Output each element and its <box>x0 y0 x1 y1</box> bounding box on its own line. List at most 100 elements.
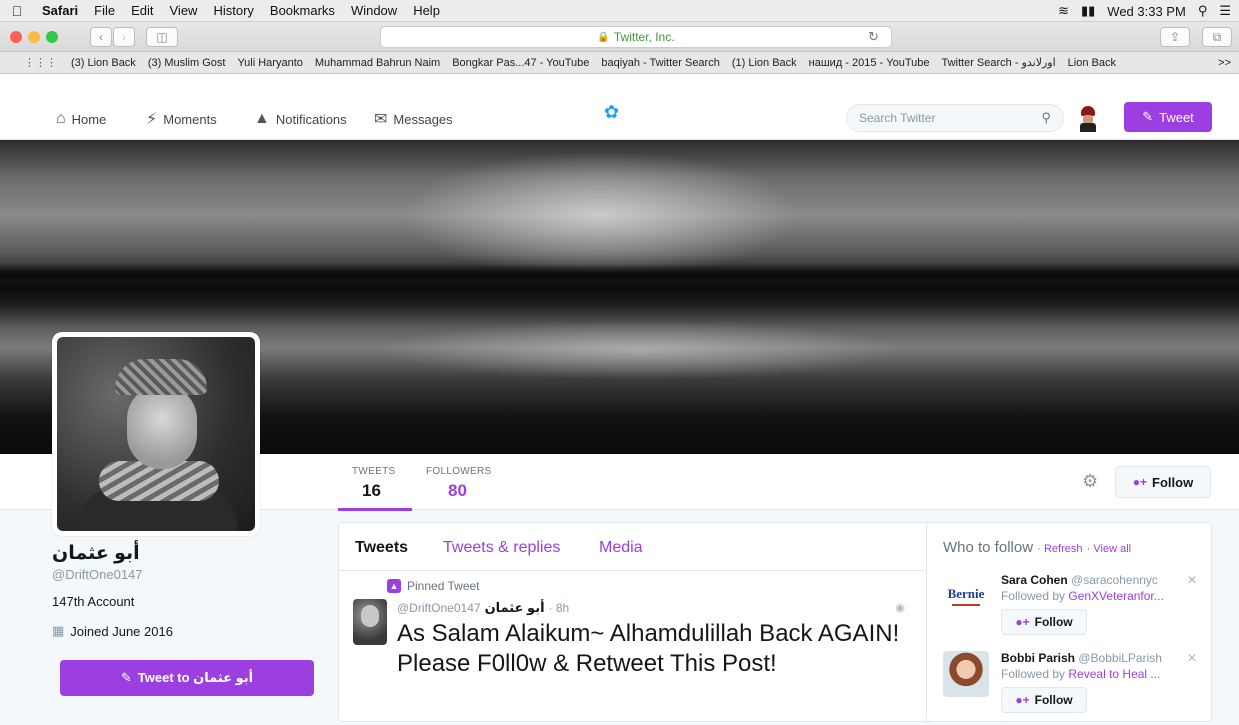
profile-name[interactable]: أبو عثمان <box>52 542 322 565</box>
nav-home[interactable]: ⌂ Home <box>56 108 106 130</box>
suggestion-follow-button[interactable]: ●+ Follow <box>1001 609 1087 635</box>
tweet-author-handle[interactable]: @DriftOne0147 <box>397 601 481 615</box>
quill-icon: ✎ <box>120 670 132 685</box>
menu-file[interactable]: File <box>86 3 123 18</box>
bookmark-item[interactable]: (3) Lion Back <box>65 57 142 69</box>
suggestion-name-line[interactable]: Bobbi Parish @BobbiLParish <box>1001 651 1162 665</box>
profile-handle[interactable]: @DriftOne0147 <box>52 567 322 582</box>
menubar-clock[interactable]: Wed 3:33 PM <box>1107 4 1186 19</box>
wifi-icon[interactable]: ≋ <box>1058 3 1069 19</box>
reload-icon[interactable]: ↻ <box>868 29 879 45</box>
who-to-follow-module: Who to follow · Refresh · View all Berni… <box>926 522 1212 722</box>
compose-tweet-button[interactable]: ✎ Tweet <box>1124 102 1212 132</box>
bookmark-item[interactable]: Yuli Haryanto <box>231 57 308 69</box>
profile-timeline: Tweets Tweets & replies Media ▲ Pinned T… <box>338 522 940 722</box>
view-all-link[interactable]: View all <box>1093 543 1131 555</box>
suggestion-follow-label: Follow <box>1034 693 1073 707</box>
bookmark-item[interactable]: Twitter Search - اورلاندو <box>935 56 1061 69</box>
search-icon[interactable]: ⚲ <box>1041 110 1051 126</box>
refresh-link[interactable]: Refresh <box>1044 543 1083 555</box>
bookmarks-bar: ⋮⋮⋮ (3) Lion Back (3) Muslim Gost Yuli H… <box>0 52 1239 74</box>
pin-icon: ▲ <box>387 579 401 593</box>
bookmark-item[interactable]: Bongkar Pas...47 - YouTube <box>446 57 595 69</box>
bookmark-item[interactable]: (3) Muslim Gost <box>142 57 232 69</box>
menu-view[interactable]: View <box>162 3 206 18</box>
tabs-overview-button[interactable]: ⧉ <box>1202 27 1232 47</box>
follow-button-label: Follow <box>1152 474 1194 490</box>
suggestion-follow-button[interactable]: ●+ Follow <box>1001 687 1087 713</box>
battery-icon[interactable]: ▮▮ <box>1081 3 1095 19</box>
bookmark-item[interactable]: нашид - 2015 - YouTube <box>803 57 936 69</box>
suggestion-item: Bernie Sara Cohen @saracohennyc Followed… <box>943 573 1205 647</box>
profile-joined-date: ▦ Joined June 2016 <box>52 623 322 639</box>
suggestion-item: Bobbi Parish @BobbiLParish Followed by R… <box>943 651 1205 725</box>
menu-edit[interactable]: Edit <box>123 3 161 18</box>
dismiss-suggestion-icon[interactable]: ✕ <box>1187 651 1197 665</box>
menu-help[interactable]: Help <box>405 3 448 18</box>
lightning-icon: ⚡︎ <box>146 111 158 128</box>
menu-app-safari[interactable]: Safari <box>34 3 86 18</box>
nav-notifications[interactable]: ▲ Notifications <box>254 108 347 130</box>
tweet-options-icon[interactable]: ◉ <box>895 601 905 614</box>
person-add-icon: ●+ <box>1015 693 1030 707</box>
search-input[interactable]: Search Twitter ⚲ <box>846 104 1064 132</box>
profile-avatar[interactable] <box>52 332 260 536</box>
nav-home-label: Home <box>71 111 107 127</box>
safari-toolbar: ‹ › ◫ 🔒 Twitter, Inc. ↻ ⇪ ⧉ <box>0 22 1239 52</box>
nav-messages-label: Messages <box>393 111 453 127</box>
stat-tweets[interactable]: TWEETS 16 <box>338 466 412 511</box>
bookmark-item[interactable]: (1) Lion Back <box>726 57 803 69</box>
nav-messages[interactable]: ✉ Messages <box>374 108 453 130</box>
followed-by-link[interactable]: GenXVeteranfor... <box>1068 589 1163 603</box>
tweet-text: As Salam Alaikum~ Alhamdulillah Back AGA… <box>397 620 900 677</box>
bookmark-item[interactable]: Muhammad Bahrun Naim <box>309 57 446 69</box>
nav-notifications-label: Notifications <box>275 111 347 127</box>
tweet-author-avatar[interactable] <box>353 599 387 645</box>
nav-moments[interactable]: ⚡︎ Moments <box>146 108 217 130</box>
menu-bookmarks[interactable]: Bookmarks <box>262 3 343 18</box>
stat-followers-label: FOLLOWERS <box>426 466 492 477</box>
account-avatar-menu[interactable] <box>1076 104 1100 132</box>
notification-center-icon[interactable]: ☰ <box>1219 3 1231 19</box>
stat-followers[interactable]: FOLLOWERS 80 <box>426 466 492 501</box>
twitter-bird-logo-icon[interactable]: ✿ <box>604 102 619 123</box>
bookmark-item[interactable]: Lion Back <box>1062 57 1122 69</box>
sidebar-toggle-button[interactable]: ◫ <box>146 27 178 47</box>
share-button[interactable]: ⇪ <box>1160 27 1190 47</box>
menu-window[interactable]: Window <box>343 3 405 18</box>
suggestion-name-line[interactable]: Sara Cohen @saracohennyc <box>1001 573 1158 587</box>
tab-tweets[interactable]: Tweets <box>355 539 408 557</box>
tweet-author-name[interactable]: أبو عثمان <box>485 600 545 616</box>
back-button[interactable]: ‹ <box>90 27 112 47</box>
apple-icon[interactable]:  <box>0 3 34 19</box>
suggestion-handle: @saracohennyc <box>1071 573 1158 587</box>
chevron-left-icon: ‹ <box>99 30 103 44</box>
tweet-timestamp[interactable]: · 8h <box>549 601 570 615</box>
dismiss-suggestion-icon[interactable]: ✕ <box>1187 573 1197 587</box>
spotlight-search-icon[interactable]: ⚲ <box>1198 3 1208 19</box>
forward-button[interactable]: › <box>113 27 135 47</box>
tweet-to-button[interactable]: ✎ Tweet to أبو عثمان <box>60 660 314 696</box>
window-minimize-button[interactable] <box>28 31 40 43</box>
tab-media[interactable]: Media <box>599 539 643 557</box>
followed-by-prefix: Followed by <box>1001 667 1066 681</box>
address-bar[interactable]: 🔒 Twitter, Inc. ↻ <box>380 26 892 48</box>
address-bar-text: Twitter, Inc. <box>613 30 675 44</box>
bookmark-item[interactable]: baqiyah - Twitter Search <box>595 57 725 69</box>
person-add-icon: ●+ <box>1132 475 1148 489</box>
chevron-right-icon: › <box>122 30 126 44</box>
suggestion-name: Sara Cohen <box>1001 573 1068 587</box>
gear-icon[interactable]: ⚙ <box>1082 471 1098 492</box>
followed-by-link[interactable]: Reveal to Heal ... <box>1068 667 1160 681</box>
tabs-icon: ⧉ <box>1212 29 1222 44</box>
menubar-status-area: ≋ ▮▮ Wed 3:33 PM ⚲ ☰ <box>1058 0 1231 22</box>
window-close-button[interactable] <box>10 31 22 43</box>
suggestion-avatar[interactable] <box>943 651 989 697</box>
top-sites-grid-icon[interactable]: ⋮⋮⋮ <box>0 56 65 69</box>
suggestion-avatar[interactable]: Bernie <box>943 573 989 619</box>
bookmarks-overflow-button[interactable]: >> <box>1218 57 1231 69</box>
tab-tweets-and-replies[interactable]: Tweets & replies <box>443 539 560 557</box>
menu-history[interactable]: History <box>205 3 261 18</box>
window-zoom-button[interactable] <box>46 31 58 43</box>
follow-button[interactable]: ●+ Follow <box>1115 466 1211 498</box>
